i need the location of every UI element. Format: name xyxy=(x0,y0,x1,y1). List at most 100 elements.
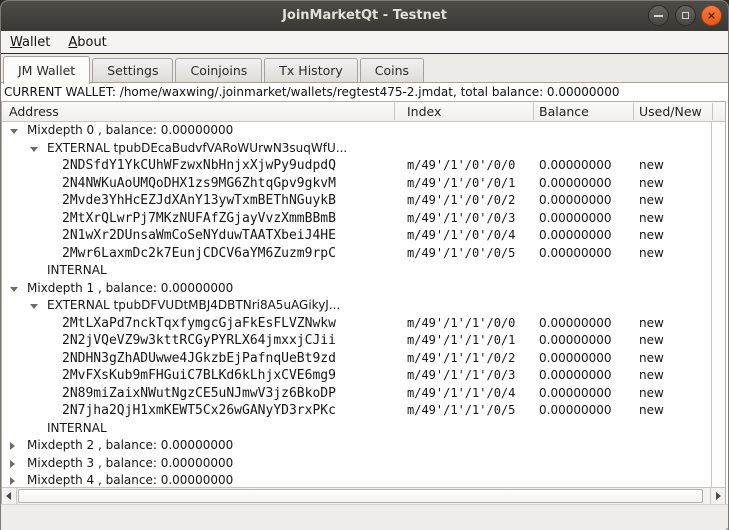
index-cell: m/49'/1'/1'/0/4 xyxy=(407,385,515,403)
mixdepth-label: Mixdepth 0 , balance: 0.00000000 xyxy=(27,122,233,140)
window-title: JoinMarketQt - Testnet xyxy=(1,1,728,30)
address-row[interactable]: 2NDHN3gZhADUwwe4JGkzbEjPafnqUeBt9zdm/49'… xyxy=(2,350,712,368)
status-cell: new xyxy=(639,332,664,350)
column-divider[interactable] xyxy=(533,103,534,120)
address-row[interactable]: 2N7jha2QjH1xmKEWT5Cx26wGANyYD3rxPKc m/49'… xyxy=(2,402,712,420)
mixdepth-label: Mixdepth 4 , balance: 0.00000000 xyxy=(27,472,233,488)
mixdepth-row[interactable]: Mixdepth 4 , balance: 0.00000000 xyxy=(2,472,712,488)
balance-cell: 0.00000000 xyxy=(539,245,612,263)
current-wallet-banner: CURRENT WALLET: /home/waxwing/.joinmarke… xyxy=(1,83,728,101)
tab-coins[interactable]: Coins xyxy=(360,58,424,82)
index-cell: m/49'/1'/0'/0/3 xyxy=(407,210,515,228)
column-divider[interactable] xyxy=(633,103,634,120)
close-button[interactable]: × xyxy=(701,5,722,26)
address-cell: 2N4NWKuAoUMQoDHX1zs9MG6ZhtqGpv9gkvM xyxy=(62,175,336,193)
address-row[interactable]: 2Mvde3YhHcEZJdXAnY13ywTxmBEThNGuykBm/49'… xyxy=(2,192,712,210)
status-cell: new xyxy=(639,227,664,245)
collapse-arrow-icon[interactable] xyxy=(10,287,18,292)
status-cell: new xyxy=(639,210,664,228)
expand-arrow-icon[interactable] xyxy=(10,460,15,468)
index-cell: m/49'/1'/1'/0/0 xyxy=(407,315,515,333)
branch-row[interactable]: EXTERNAL tpubDFVUDtMBJ4DBTNri8A5uAGikyJ.… xyxy=(2,297,712,315)
balance-cell: 0.00000000 xyxy=(539,367,612,385)
menu-item-wallet[interactable]: Wallet xyxy=(1,32,59,54)
address-cell: 2N2jVQeVZ9w3kttRCGyPYRLX64jmxxjCJii xyxy=(62,332,336,350)
branch-row[interactable]: INTERNAL xyxy=(2,420,712,438)
resize-grip-icon[interactable] xyxy=(721,523,723,525)
tab-settings[interactable]: Settings xyxy=(92,58,173,82)
tab-jm-wallet[interactable]: JM Wallet xyxy=(3,56,90,84)
column-header-index[interactable]: Index xyxy=(407,102,441,121)
menu-item-about[interactable]: About xyxy=(59,32,115,54)
status-cell: new xyxy=(639,385,664,403)
minimize-button[interactable] xyxy=(648,5,669,26)
maximize-button[interactable] xyxy=(675,5,696,26)
status-cell: new xyxy=(639,315,664,333)
index-cell: m/49'/1'/0'/0/4 xyxy=(407,227,515,245)
horizontal-scrollbar-thumb[interactable] xyxy=(18,489,703,503)
address-row[interactable]: 2N2jVQeVZ9w3kttRCGyPYRLX64jmxxjCJii m/49'… xyxy=(2,332,712,350)
balance-cell: 0.00000000 xyxy=(539,402,612,420)
tab-tx-history[interactable]: Tx History xyxy=(264,58,357,82)
status-cell: new xyxy=(639,192,664,210)
wallet-pane: CURRENT WALLET: /home/waxwing/.joinmarke… xyxy=(1,83,728,505)
address-cell: 2NDSfdY1YkCUhWFzwxNbHnjxXjwPy9udpdQ xyxy=(62,157,336,175)
index-cell: m/49'/1'/1'/0/5 xyxy=(407,402,515,420)
address-cell: 2Mvde3YhHcEZJdXAnY13ywTxmBEThNGuykB xyxy=(62,192,336,210)
scroll-left-button[interactable] xyxy=(2,488,17,504)
tree-header: Address Index Balance Used/New xyxy=(2,102,725,122)
column-header-usednew[interactable]: Used/New xyxy=(639,102,702,121)
mixdepth-label: Mixdepth 3 , balance: 0.00000000 xyxy=(27,455,233,473)
index-cell: m/49'/1'/0'/0/1 xyxy=(407,175,515,193)
address-row[interactable]: 2Mwr6LaxmDc2k7EunjCDCV6aYM6Zuzm9rpCm/49'… xyxy=(2,245,712,263)
balance-cell: 0.00000000 xyxy=(539,385,612,403)
status-cell: new xyxy=(639,157,664,175)
column-header-balance[interactable]: Balance xyxy=(539,102,589,121)
mixdepth-row[interactable]: Mixdepth 2 , balance: 0.00000000 xyxy=(2,437,712,455)
branch-label: EXTERNAL tpubDFVUDtMBJ4DBTNri8A5uAGikyJ.… xyxy=(47,297,340,315)
tree-body: Mixdepth 0 , balance: 0.00000000EXTERNAL… xyxy=(2,122,712,488)
status-cell: new xyxy=(639,350,664,368)
status-cell: new xyxy=(639,175,664,193)
address-row[interactable]: 2N1wXr2DUnsaWmCoSeNYduwTAATXbeiJ4HEm/49'… xyxy=(2,227,712,245)
address-row[interactable]: 2N89miZaixNWutNgzCE5uNJmwV3jz6BkoDPm/49'… xyxy=(2,385,712,403)
scroll-right-icon xyxy=(716,492,721,500)
index-cell: m/49'/1'/0'/0/5 xyxy=(407,245,515,263)
address-row[interactable]: 2MtLXaPd7nckTqxfymgcGjaFkEsFLVZNwkw m/49'… xyxy=(2,315,712,333)
app-window: JoinMarketQt - Testnet × WalletAbout JM … xyxy=(0,0,729,530)
address-row[interactable]: 2NDSfdY1YkCUhWFzwxNbHnjxXjwPy9udpdQm/49'… xyxy=(2,157,712,175)
mixdepth-row[interactable]: Mixdepth 0 , balance: 0.00000000 xyxy=(2,122,712,140)
branch-row[interactable]: EXTERNAL tpubDEcaBudvfVARoWUrwN3suqWfU..… xyxy=(2,140,712,158)
mixdepth-label: Mixdepth 1 , balance: 0.00000000 xyxy=(27,280,233,298)
titlebar: JoinMarketQt - Testnet × xyxy=(1,1,728,32)
collapse-arrow-icon[interactable] xyxy=(10,129,18,134)
collapse-arrow-icon[interactable] xyxy=(30,304,38,309)
address-row[interactable]: 2MtXrQLwrPj7MKzNUFAfZGjayVvzXmmBBmBm/49'… xyxy=(2,210,712,228)
status-cell: new xyxy=(639,245,664,263)
column-divider[interactable] xyxy=(712,103,713,120)
branch-row[interactable]: INTERNAL xyxy=(2,262,712,280)
index-cell: m/49'/1'/1'/0/1 xyxy=(407,332,515,350)
collapse-arrow-icon[interactable] xyxy=(30,147,38,152)
menubar: WalletAbout xyxy=(1,31,728,54)
mixdepth-row[interactable]: Mixdepth 1 , balance: 0.00000000 xyxy=(2,280,712,298)
column-header-address[interactable]: Address xyxy=(9,102,59,121)
column-divider[interactable] xyxy=(394,103,395,120)
address-row[interactable]: 2MvFXsKub9mFHGuiC7BLKd6kLhjxCVE6mg9m/49'… xyxy=(2,367,712,385)
address-cell: 2N7jha2QjH1xmKEWT5Cx26wGANyYD3rxPKc xyxy=(62,402,336,420)
balance-cell: 0.00000000 xyxy=(539,157,612,175)
scroll-right-button[interactable] xyxy=(710,488,725,504)
vertical-scrollbar[interactable] xyxy=(711,122,725,488)
tab-bar: JM WalletSettingsCoinjoinsTx HistoryCoin… xyxy=(1,54,728,83)
status-cell: new xyxy=(639,402,664,420)
address-row[interactable]: 2N4NWKuAoUMQoDHX1zs9MG6ZhtqGpv9gkvM m/49'… xyxy=(2,175,712,193)
horizontal-scrollbar[interactable] xyxy=(2,487,725,504)
wallet-tree: Address Index Balance Used/New Mixdepth … xyxy=(1,101,726,505)
mixdepth-row[interactable]: Mixdepth 3 , balance: 0.00000000 xyxy=(2,455,712,473)
address-cell: 2MtLXaPd7nckTqxfymgcGjaFkEsFLVZNwkw xyxy=(62,315,336,333)
expand-arrow-icon[interactable] xyxy=(10,442,15,450)
branch-label: INTERNAL xyxy=(47,262,107,280)
mixdepth-label: Mixdepth 2 , balance: 0.00000000 xyxy=(27,437,233,455)
expand-arrow-icon[interactable] xyxy=(10,477,15,485)
tab-coinjoins[interactable]: Coinjoins xyxy=(175,58,262,82)
